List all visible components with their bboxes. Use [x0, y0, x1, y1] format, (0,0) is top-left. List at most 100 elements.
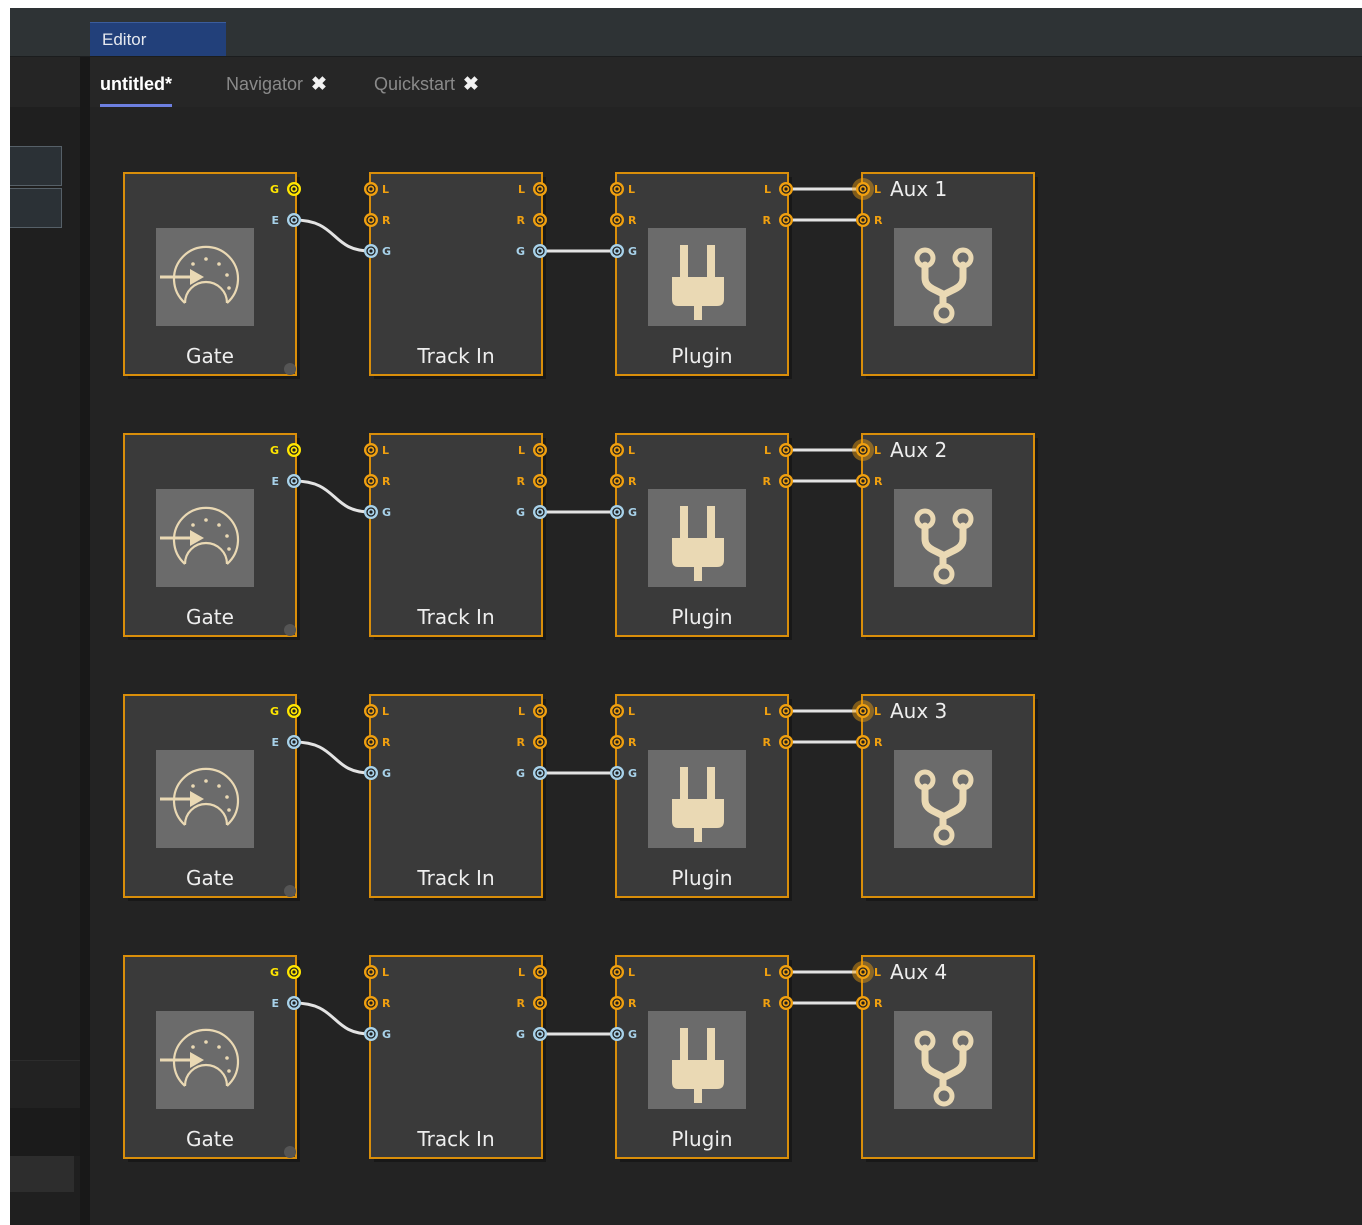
tab-label: untitled*	[100, 74, 172, 94]
top-toolbar: Editor	[10, 8, 1362, 57]
icon-tile	[894, 750, 992, 848]
port-label: G	[382, 506, 391, 519]
graph-row: Gate G E Track In L R G L R G Plugin L R G L R Aux 4 L R	[123, 955, 1038, 1162]
wire	[293, 218, 372, 253]
panel-splitter[interactable]	[80, 57, 90, 1225]
port-label: R	[517, 736, 526, 749]
left-panel-field[interactable]	[10, 146, 62, 186]
left-panel	[10, 57, 80, 1225]
port-label: L	[764, 705, 771, 718]
gate-node[interactable]: Gate G E	[123, 433, 301, 640]
aux-node[interactable]: Aux 4 L R	[852, 955, 1038, 1162]
graph-row: Gate G E Track In L R G L R G Plugin L R G L R Aux 1 L R	[123, 172, 1038, 379]
close-icon[interactable]: ✖	[463, 74, 479, 95]
port-label: L	[874, 183, 881, 196]
node-graph[interactable]: Gate G E Track In L R G L R G Plugin L R G L R Aux 1 L R Ga…	[90, 107, 1362, 1225]
resize-handle[interactable]	[284, 885, 296, 897]
left-panel-header	[10, 57, 80, 107]
port-label: G	[516, 767, 525, 780]
port-label: L	[382, 444, 389, 457]
port-label: E	[271, 214, 279, 227]
port-label: L	[518, 705, 525, 718]
tab-untitled[interactable]: untitled*	[100, 57, 172, 107]
left-panel-field[interactable]	[10, 1156, 74, 1192]
port-label: G	[628, 767, 637, 780]
port-label: G	[628, 245, 637, 258]
track-in-node[interactable]: Track In L R G L R G	[364, 433, 547, 640]
node-title: Gate	[186, 1127, 234, 1151]
port-label: R	[517, 214, 526, 227]
icon-tile	[894, 1011, 992, 1109]
gate-node[interactable]: Gate G E	[123, 955, 301, 1162]
port-label: R	[874, 736, 883, 749]
gate-node[interactable]: Gate G E	[123, 694, 301, 901]
port-label: G	[516, 506, 525, 519]
track-in-node[interactable]: Track In L R G L R G	[364, 694, 547, 901]
resize-handle[interactable]	[284, 363, 296, 375]
gate-node[interactable]: Gate G E	[123, 172, 301, 379]
port-label: G	[628, 506, 637, 519]
port-label: L	[382, 966, 389, 979]
node-title: Track In	[416, 866, 494, 890]
port-label: G	[516, 1028, 525, 1041]
port-label: E	[271, 475, 279, 488]
node-title: Track In	[416, 1127, 494, 1151]
node-title: Aux 2	[890, 438, 947, 462]
aux-node[interactable]: Aux 1 L R	[852, 172, 1038, 379]
port-label: G	[270, 444, 279, 457]
port-label: R	[628, 736, 637, 749]
port-label: R	[382, 736, 391, 749]
graph-canvas[interactable]: Gate G E Track In L R G L R G Plugin L R G L R Aux 1 L R Ga…	[90, 107, 1362, 1225]
port-label: L	[628, 444, 635, 457]
port-label: L	[628, 966, 635, 979]
node-title: Plugin	[671, 344, 732, 368]
port-label: L	[874, 705, 881, 718]
icon-tile	[894, 489, 992, 587]
port-label: G	[516, 245, 525, 258]
port-label: R	[382, 997, 391, 1010]
node-title: Aux 3	[890, 699, 947, 723]
port-label: L	[628, 183, 635, 196]
plugin-node[interactable]: Plugin L R G L R	[610, 172, 793, 379]
node-title: Gate	[186, 866, 234, 890]
node-title: Aux 1	[890, 177, 947, 201]
tab-navigator[interactable]: Navigator ✖	[226, 57, 327, 107]
track-in-node[interactable]: Track In L R G L R G	[364, 172, 547, 379]
tab-quickstart[interactable]: Quickstart ✖	[374, 57, 479, 107]
port-label: E	[271, 736, 279, 749]
tab-label: Navigator	[226, 74, 304, 94]
port-label: R	[874, 475, 883, 488]
port-label: L	[874, 444, 881, 457]
close-icon[interactable]: ✖	[311, 74, 327, 95]
graph-row: Gate G E Track In L R G L R G Plugin L R G L R Aux 3 L R	[123, 694, 1038, 901]
port-label: G	[628, 1028, 637, 1041]
aux-node[interactable]: Aux 3 L R	[852, 694, 1038, 901]
port-label: G	[382, 1028, 391, 1041]
tab-label: Quickstart	[374, 74, 456, 94]
port-label: R	[517, 997, 526, 1010]
port-label: L	[518, 966, 525, 979]
port-label: G	[270, 183, 279, 196]
resize-handle[interactable]	[284, 1146, 296, 1158]
plugin-node[interactable]: Plugin L R G L R	[610, 694, 793, 901]
track-in-node[interactable]: Track In L R G L R G	[364, 955, 547, 1162]
port-label: E	[271, 997, 279, 1010]
editor-tab[interactable]: Editor	[90, 22, 226, 56]
aux-node[interactable]: Aux 2 L R	[852, 433, 1038, 640]
port-label: G	[270, 705, 279, 718]
node-title: Plugin	[671, 605, 732, 629]
app-window: Editor untitled* Navigator ✖ Quickstart ✖ …	[10, 8, 1362, 1225]
plugin-node[interactable]: Plugin L R G L R	[610, 433, 793, 640]
node-title: Gate	[186, 344, 234, 368]
port-label: R	[382, 214, 391, 227]
left-panel-field[interactable]	[10, 188, 62, 228]
icon-tile	[894, 228, 992, 326]
port-label: L	[764, 183, 771, 196]
resize-handle[interactable]	[284, 624, 296, 636]
port-label: R	[517, 475, 526, 488]
port-label: G	[382, 245, 391, 258]
plugin-node[interactable]: Plugin L R G L R	[610, 955, 793, 1162]
wire	[293, 1001, 372, 1036]
port-label: G	[382, 767, 391, 780]
port-label: R	[628, 997, 637, 1010]
